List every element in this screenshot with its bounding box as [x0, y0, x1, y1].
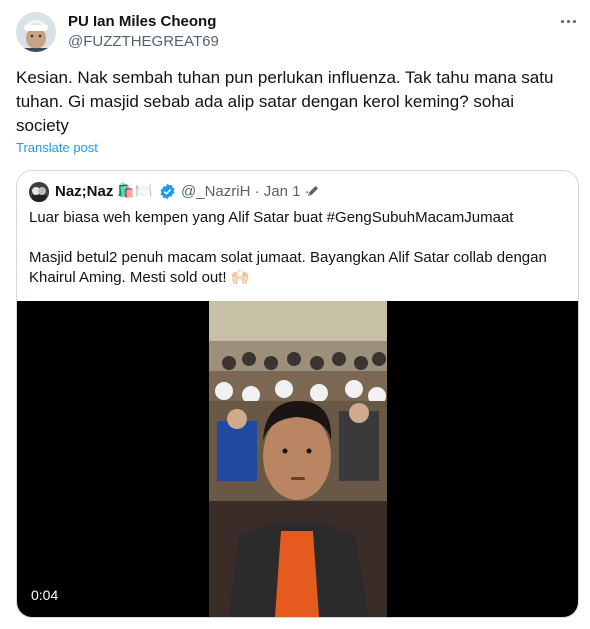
verified-icon: [159, 183, 176, 200]
author-name[interactable]: PU Ian Miles Cheong: [68, 12, 216, 31]
quoted-text-line-1: Luar biasa weh kempen yang Alif Satar bu…: [29, 209, 514, 226]
quoted-author-name[interactable]: Naz;Naz: [55, 183, 113, 201]
quoted-text-line-2: Masjid betul2 penuh macam solat jumaat. …: [29, 249, 547, 286]
author-avatar[interactable]: [16, 12, 56, 52]
video-frame[interactable]: [209, 301, 387, 617]
edit-pencil-icon: [306, 184, 320, 198]
translate-post-link[interactable]: Translate post: [16, 140, 98, 155]
quoted-author-emoji: 🛍️🍽️: [117, 182, 154, 198]
author-handle[interactable]: @FUZZTHEGREAT69: [68, 32, 219, 51]
video-player[interactable]: 0:04: [17, 301, 578, 617]
quoted-tweet[interactable]: Naz;Naz 🛍️🍽️ @_NazriH · Jan 1 · Luar bia…: [16, 170, 579, 618]
quoted-author-avatar[interactable]: [29, 182, 49, 202]
video-time: 0:04: [31, 587, 59, 603]
more-icon[interactable]: [558, 14, 580, 30]
quoted-handle-date[interactable]: @_NazriH · Jan 1 ·: [181, 183, 310, 201]
tweet-text: Kesian. Nak sembah tuhan pun perlukan in…: [16, 68, 554, 135]
